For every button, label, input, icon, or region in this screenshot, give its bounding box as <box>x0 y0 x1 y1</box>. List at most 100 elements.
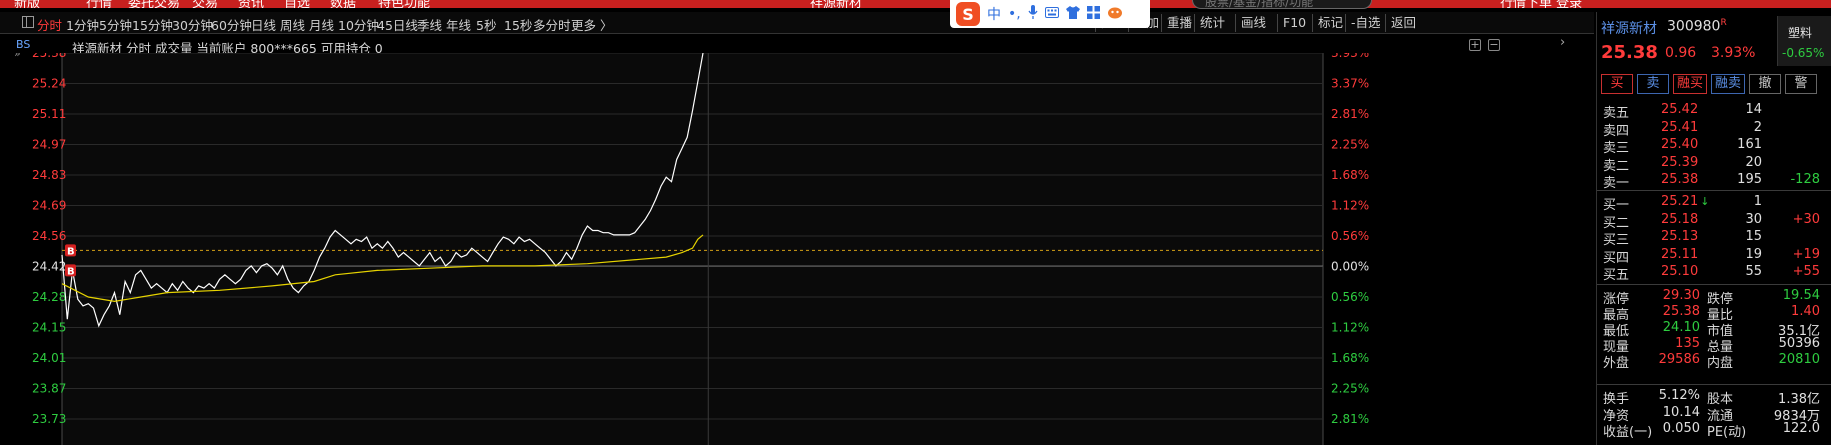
ime-toolbar: S 中 •, <box>950 0 1150 28</box>
left-tick-label: 24.15 <box>32 321 66 335</box>
menu-item-news[interactable]: 资讯 <box>238 0 264 8</box>
bid-row[interactable]: 买五 25.10 55 +55 <box>1597 264 1831 283</box>
left-tick-label: 25.38 <box>32 53 66 60</box>
stat-label: PE(动) <box>1707 425 1747 440</box>
tab-quarterly[interactable]: 季线 <box>417 15 442 34</box>
punctuation-icon[interactable]: •, <box>1008 6 1021 22</box>
menu-item-quote[interactable]: 行情 <box>86 0 112 8</box>
sector-box[interactable]: 塑料 -0.65% <box>1777 16 1831 66</box>
tool-mark[interactable]: 标记 <box>1312 14 1343 32</box>
margin-buy-button[interactable]: 融买 <box>1673 74 1707 94</box>
tool-back[interactable]: 返回 <box>1385 14 1416 32</box>
stat-row: 外盘 29586 内盘 20810 <box>1597 352 1831 371</box>
sell-button[interactable]: 卖 <box>1637 74 1669 94</box>
zoom-out-icon[interactable]: − <box>1488 39 1500 51</box>
last-price: 25.38 <box>1601 42 1658 63</box>
ask-label: 卖五 <box>1603 106 1630 121</box>
menu-item-data[interactable]: 数据 <box>330 0 356 8</box>
right-tick-label: 1.68% <box>1331 168 1369 182</box>
collapse-axis-icon[interactable]: » <box>14 53 21 60</box>
tab-60min[interactable]: 60分钟 <box>211 15 252 34</box>
bid-row[interactable]: 买一 25.21 ↓ 1 <box>1597 194 1831 213</box>
price-alert-button[interactable]: 警 <box>1785 74 1817 94</box>
tab-monthly[interactable]: 月线 <box>309 15 334 34</box>
sogou-logo-icon[interactable]: S <box>956 2 980 26</box>
ask-row[interactable]: 卖五 25.42 14 <box>1597 102 1831 121</box>
margin-sell-button[interactable]: 融卖 <box>1711 74 1745 94</box>
cancel-order-button[interactable]: 撤 <box>1749 74 1781 94</box>
bs-badge-icon[interactable]: BS <box>16 38 30 51</box>
search-placeholder: 股票/基金/指标/功能 <box>1205 0 1314 9</box>
tab-daily[interactable]: 日线 <box>251 15 276 34</box>
menu-item-watchlist[interactable]: 自选 <box>284 0 310 8</box>
zoom-in-icon[interactable]: + <box>1469 39 1481 51</box>
bid-price-value: 25.13 <box>1661 229 1699 245</box>
tool-replay[interactable]: 重播 <box>1161 14 1192 32</box>
right-tick-label: 1.12% <box>1331 321 1369 335</box>
stat-row: 现量 135 总量 50396 <box>1597 336 1831 355</box>
tab-10min[interactable]: 10分钟 <box>338 15 379 34</box>
tab-weekly[interactable]: 周线 <box>280 15 305 34</box>
tool-f10[interactable]: F10 <box>1277 14 1306 32</box>
tab-yearly[interactable]: 年线 <box>446 15 471 34</box>
tab-5sec[interactable]: 5秒 <box>476 15 496 34</box>
tool-drawing[interactable]: 画线 <box>1235 14 1266 32</box>
stats-divider <box>1597 284 1831 285</box>
tab-intraday[interactable]: 分时 <box>37 15 62 34</box>
ask-label: 卖一 <box>1603 176 1630 192</box>
tab-15sec[interactable]: 15秒 <box>504 15 532 34</box>
ask-row[interactable]: 卖一 25.38 195 -128 <box>1597 172 1831 192</box>
tab-15min[interactable]: 15分钟 <box>132 15 173 34</box>
menu-item-trade[interactable]: 交易 <box>192 0 218 8</box>
tab-45day[interactable]: 45日线 <box>377 15 418 34</box>
bid-volume: 19 <box>1745 246 1762 262</box>
left-tick-label: 24.42 <box>32 260 66 274</box>
keyboard-icon[interactable] <box>1044 6 1059 22</box>
menu-item-features[interactable]: 特色功能 <box>378 0 430 8</box>
ask-row[interactable]: 卖二 25.39 20 <box>1597 155 1831 174</box>
stat-value: 0.050 <box>1662 421 1700 436</box>
ask-price: 25.41 <box>1661 119 1699 135</box>
stat-label: 内盘 <box>1707 356 1734 371</box>
search-input[interactable]: 股票/基金/指标/功能 <box>1192 0 1372 9</box>
ime-mode-toggle[interactable]: 中 <box>987 4 1001 24</box>
buy-button[interactable]: 买 <box>1601 74 1633 94</box>
stock-flag: R <box>1720 18 1727 28</box>
order-book-divider <box>1597 190 1831 191</box>
menu-item-trade-entrust[interactable]: 委托交易 <box>128 0 180 8</box>
toolbox-icon[interactable] <box>1086 5 1100 23</box>
ask-row[interactable]: 卖四 25.41 2 <box>1597 119 1831 139</box>
bid-volume: 15 <box>1745 229 1762 245</box>
mascot-icon[interactable] <box>1107 6 1123 23</box>
tab-5min[interactable]: 5分钟 <box>99 15 132 34</box>
bid-price: 25.18 <box>1661 212 1698 227</box>
intraday-chart[interactable]: 25.38 25.24 25.11 24.97 24.83 24.69 24.56 24.42… <box>0 53 1594 445</box>
sidebar-toggle-icon[interactable] <box>22 16 34 28</box>
ask-row[interactable]: 卖三 25.40 161 <box>1597 137 1831 156</box>
menu-item-new[interactable]: 新版 <box>14 0 40 8</box>
tab-1min[interactable]: 1分钟 <box>66 15 99 34</box>
skin-icon[interactable] <box>1065 5 1080 23</box>
tool-remove-watchlist[interactable]: -自选 <box>1345 14 1381 32</box>
microphone-icon[interactable] <box>1028 5 1038 23</box>
bid-price-value: 25.11 <box>1661 246 1699 262</box>
login-link[interactable]: 行情下单 登录 <box>1500 0 1582 8</box>
tab-multi-intraday[interactable]: 多分时 <box>533 15 571 34</box>
bid-price-value: 25.10 <box>1661 264 1699 280</box>
stock-name: 祥源新材 <box>1601 21 1657 37</box>
right-tick-label: 1.68% <box>1331 351 1369 365</box>
stat-row: 换手 5.12% 股本 1.38亿 <box>1597 388 1831 407</box>
left-tick-label: 24.83 <box>32 168 66 182</box>
bid-row[interactable]: 买二 25.18 30 +30 <box>1597 212 1831 231</box>
bid-row[interactable]: 买三 25.13 15 <box>1597 229 1831 248</box>
tab-more[interactable]: 更多 〉 <box>571 15 612 34</box>
tab-30min[interactable]: 30分钟 <box>172 15 213 34</box>
stat-value: 20810 <box>1778 352 1820 367</box>
chart-header: BS 祥源新材 分时 成交量 当前账户 800***665 可用持仓 0 + −… <box>0 35 1594 56</box>
collapse-icon[interactable]: › <box>1560 35 1565 50</box>
left-tick-label: 25.11 <box>32 107 66 121</box>
stat-row: 净资 10.14 流通 9834万 <box>1597 405 1831 424</box>
bid-row[interactable]: 买四 25.11 19 +19 <box>1597 246 1831 266</box>
bid-price-value: 25.21 <box>1661 194 1699 209</box>
tool-statistics[interactable]: 统计 <box>1194 14 1225 32</box>
